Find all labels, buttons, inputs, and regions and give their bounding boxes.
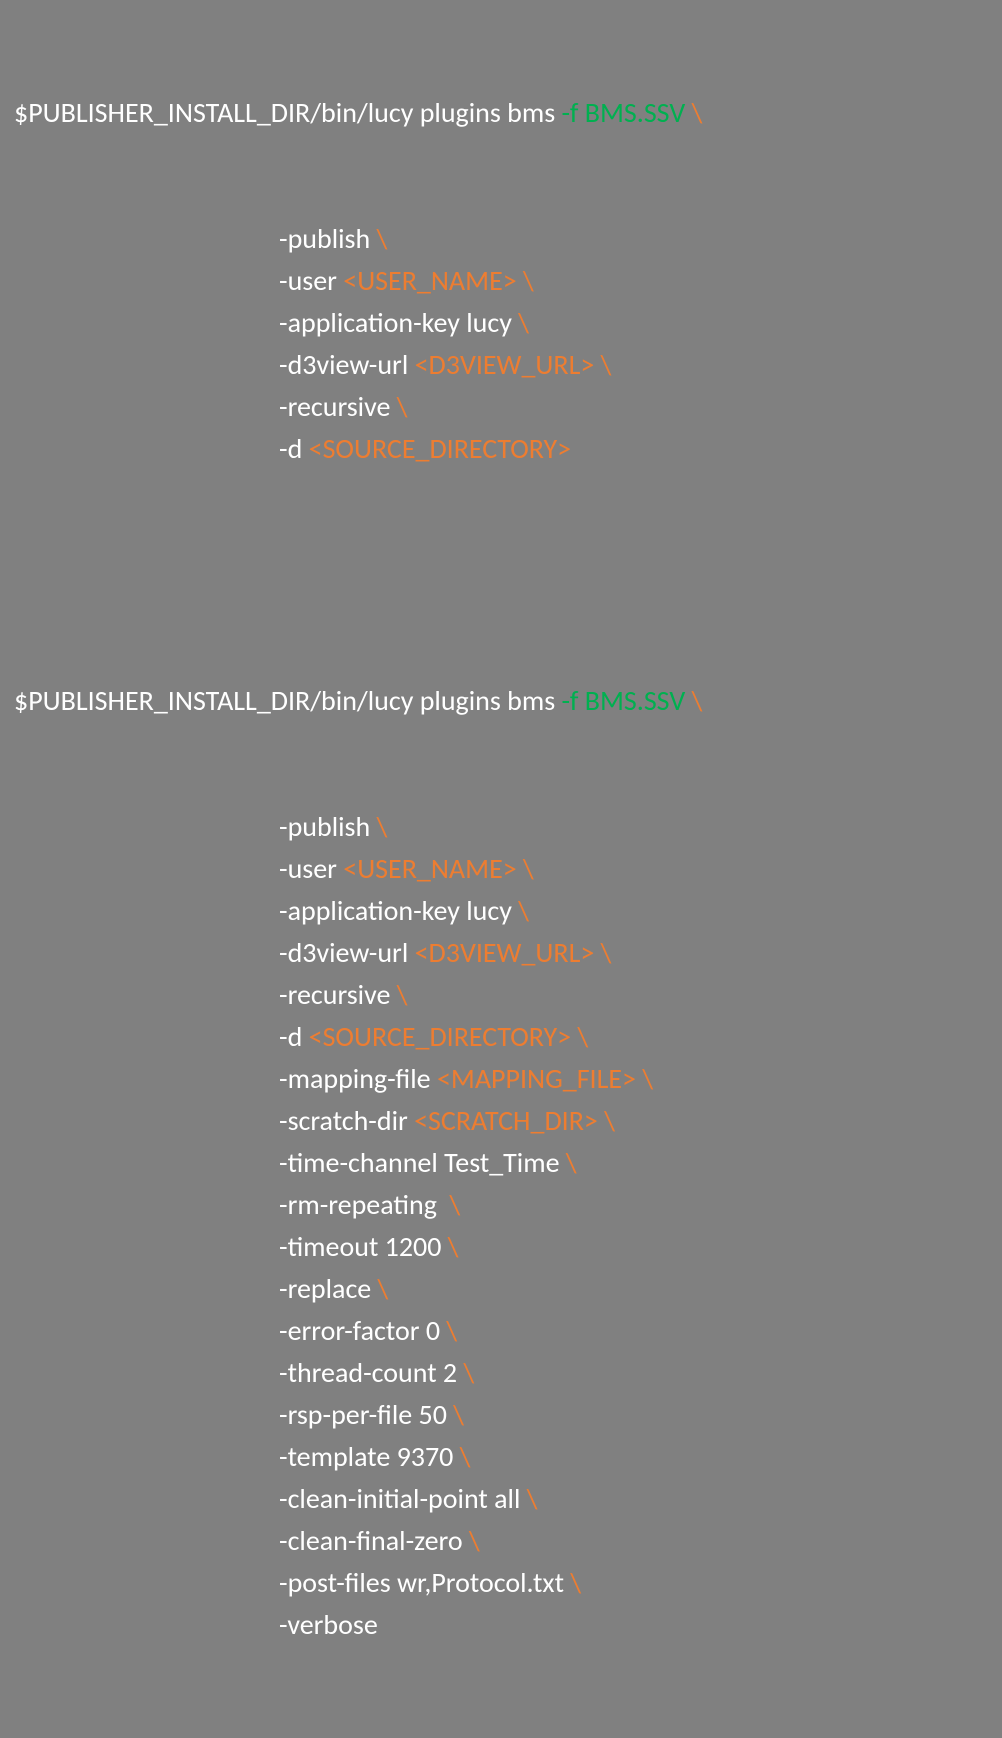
command-line: -clean-initial-point all \ [14,1478,988,1520]
code-segment: \ [566,1145,577,1180]
code-segment: -clean-initial-point all [279,1481,527,1516]
code-segment: -recursive [279,389,397,424]
code-segment: -verbose [279,1607,378,1642]
command-line: -verbose [14,1604,988,1646]
code-segment: -d3view-url [279,935,415,970]
command-line: -replace \ [14,1268,988,1310]
code-segment: <MAPPING_FILE> [437,1061,636,1096]
command-line: -rm-repeating \ [14,1184,988,1226]
block-separator [14,554,988,596]
code-segment: -d [279,431,309,466]
code-segment: <USER_NAME> [343,263,516,298]
code-segment: -mapping-file [279,1061,437,1096]
code-segment: \ [378,1271,389,1306]
command-lines-container-1: -publish \-user <USER_NAME> \-applicatio… [14,218,988,470]
command-line: -user <USER_NAME> \ [14,260,988,302]
cmd-text: $PUBLISHER_INSTALL_DIR/bin/lucy plugins … [14,95,562,130]
code-segment: -scratch-dir [279,1103,414,1138]
code-segment: \ [518,893,529,928]
code-segment: -publish [279,809,377,844]
command-line: -recursive \ [14,974,988,1016]
code-segment: -rm-repeating [279,1187,450,1222]
code-segment: \ [377,809,388,844]
code-segment: \ [604,1103,615,1138]
code-segment: <SCRATCH_DIR> [414,1103,598,1138]
command-line: -template 9370 \ [14,1436,988,1478]
command-line: -thread-count 2 \ [14,1352,988,1394]
cmd-text: $PUBLISHER_INSTALL_DIR/bin/lucy plugins … [14,683,562,718]
code-segment: <USER_NAME> [343,851,516,886]
code-segment: \ [460,1439,471,1474]
code-segment: \ [397,389,408,424]
code-segment: -replace [279,1271,378,1306]
command-line: -error-factor 0 \ [14,1310,988,1352]
code-segment: -error-factor 0 [279,1313,446,1348]
code-segment: \ [527,1481,538,1516]
code-segment: -rsp-per-file 50 [279,1397,453,1432]
code-segment: \ [601,935,612,970]
code-segment: -post-files wr,Protocol.txt [279,1565,570,1600]
code-segment: <SOURCE_DIRECTORY> [309,1019,572,1054]
code-segment: -user [279,851,343,886]
code-segment: -application-key lucy [279,893,518,928]
code-segment: \ [577,1019,588,1054]
command-line: -d <SOURCE_DIRECTORY> [14,428,988,470]
code-segment: -time-channel Test_Time [279,1145,566,1180]
code-segment: \ [446,1313,457,1348]
command-line: -mapping-file <MAPPING_FILE> \ [14,1058,988,1100]
code-segment: \ [469,1523,480,1558]
command-line: -time-channel Test_Time \ [14,1142,988,1184]
command-line: -application-key lucy \ [14,890,988,932]
code-segment: -publish [279,221,377,256]
code-segment: \ [397,977,408,1012]
code-segment: \ [453,1397,464,1432]
command-line-head: $PUBLISHER_INSTALL_DIR/bin/lucy plugins … [14,92,988,134]
code-segment: \ [523,851,534,886]
command-line: -d3view-url <D3VIEW_URL> \ [14,932,988,974]
code-segment: \ [518,305,529,340]
command-lines-container-2: -publish \-user <USER_NAME> \-applicatio… [14,806,988,1646]
command-line: -post-files wr,Protocol.txt \ [14,1562,988,1604]
command-line: -rsp-per-file 50 \ [14,1394,988,1436]
command-line: -d <SOURCE_DIRECTORY> \ [14,1016,988,1058]
code-segment: -clean-final-zero [279,1523,469,1558]
code-segment: -recursive [279,977,397,1012]
code-segment: \ [450,1187,461,1222]
code-segment: \ [448,1229,459,1264]
code-segment: \ [642,1061,653,1096]
code-segment: -application-key lucy [279,305,518,340]
command-line: -publish \ [14,218,988,260]
code-segment: \ [570,1565,581,1600]
cmd-flag: -f BMS.SSV [562,683,686,718]
code-document: $PUBLISHER_INSTALL_DIR/bin/lucy plugins … [0,0,1002,1738]
command-block-1: $PUBLISHER_INSTALL_DIR/bin/lucy plugins … [14,8,988,554]
line-continuation: \ [685,95,702,130]
code-segment: -d [279,1019,309,1054]
code-segment: <D3VIEW_URL> [415,347,595,382]
command-line: -user <USER_NAME> \ [14,848,988,890]
code-segment: -user [279,263,343,298]
command-line: -scratch-dir <SCRATCH_DIR> \ [14,1100,988,1142]
code-segment: -d3view-url [279,347,415,382]
code-segment: \ [523,263,534,298]
code-segment: \ [377,221,388,256]
code-segment: -timeout 1200 [279,1229,448,1264]
code-segment: <SOURCE_DIRECTORY> [309,431,572,466]
command-line: -clean-final-zero \ [14,1520,988,1562]
command-line: -recursive \ [14,386,988,428]
code-segment: -thread-count 2 [279,1355,463,1390]
command-block-2: $PUBLISHER_INSTALL_DIR/bin/lucy plugins … [14,596,988,1730]
code-segment: -template 9370 [279,1439,460,1474]
command-line-head: $PUBLISHER_INSTALL_DIR/bin/lucy plugins … [14,680,988,722]
command-line: -d3view-url <D3VIEW_URL> \ [14,344,988,386]
command-line: -timeout 1200 \ [14,1226,988,1268]
line-continuation: \ [685,683,702,718]
command-line: -application-key lucy \ [14,302,988,344]
code-segment: \ [601,347,612,382]
command-line: -publish \ [14,806,988,848]
code-segment: <D3VIEW_URL> [415,935,595,970]
code-segment: \ [463,1355,474,1390]
cmd-flag: -f BMS.SSV [562,95,686,130]
